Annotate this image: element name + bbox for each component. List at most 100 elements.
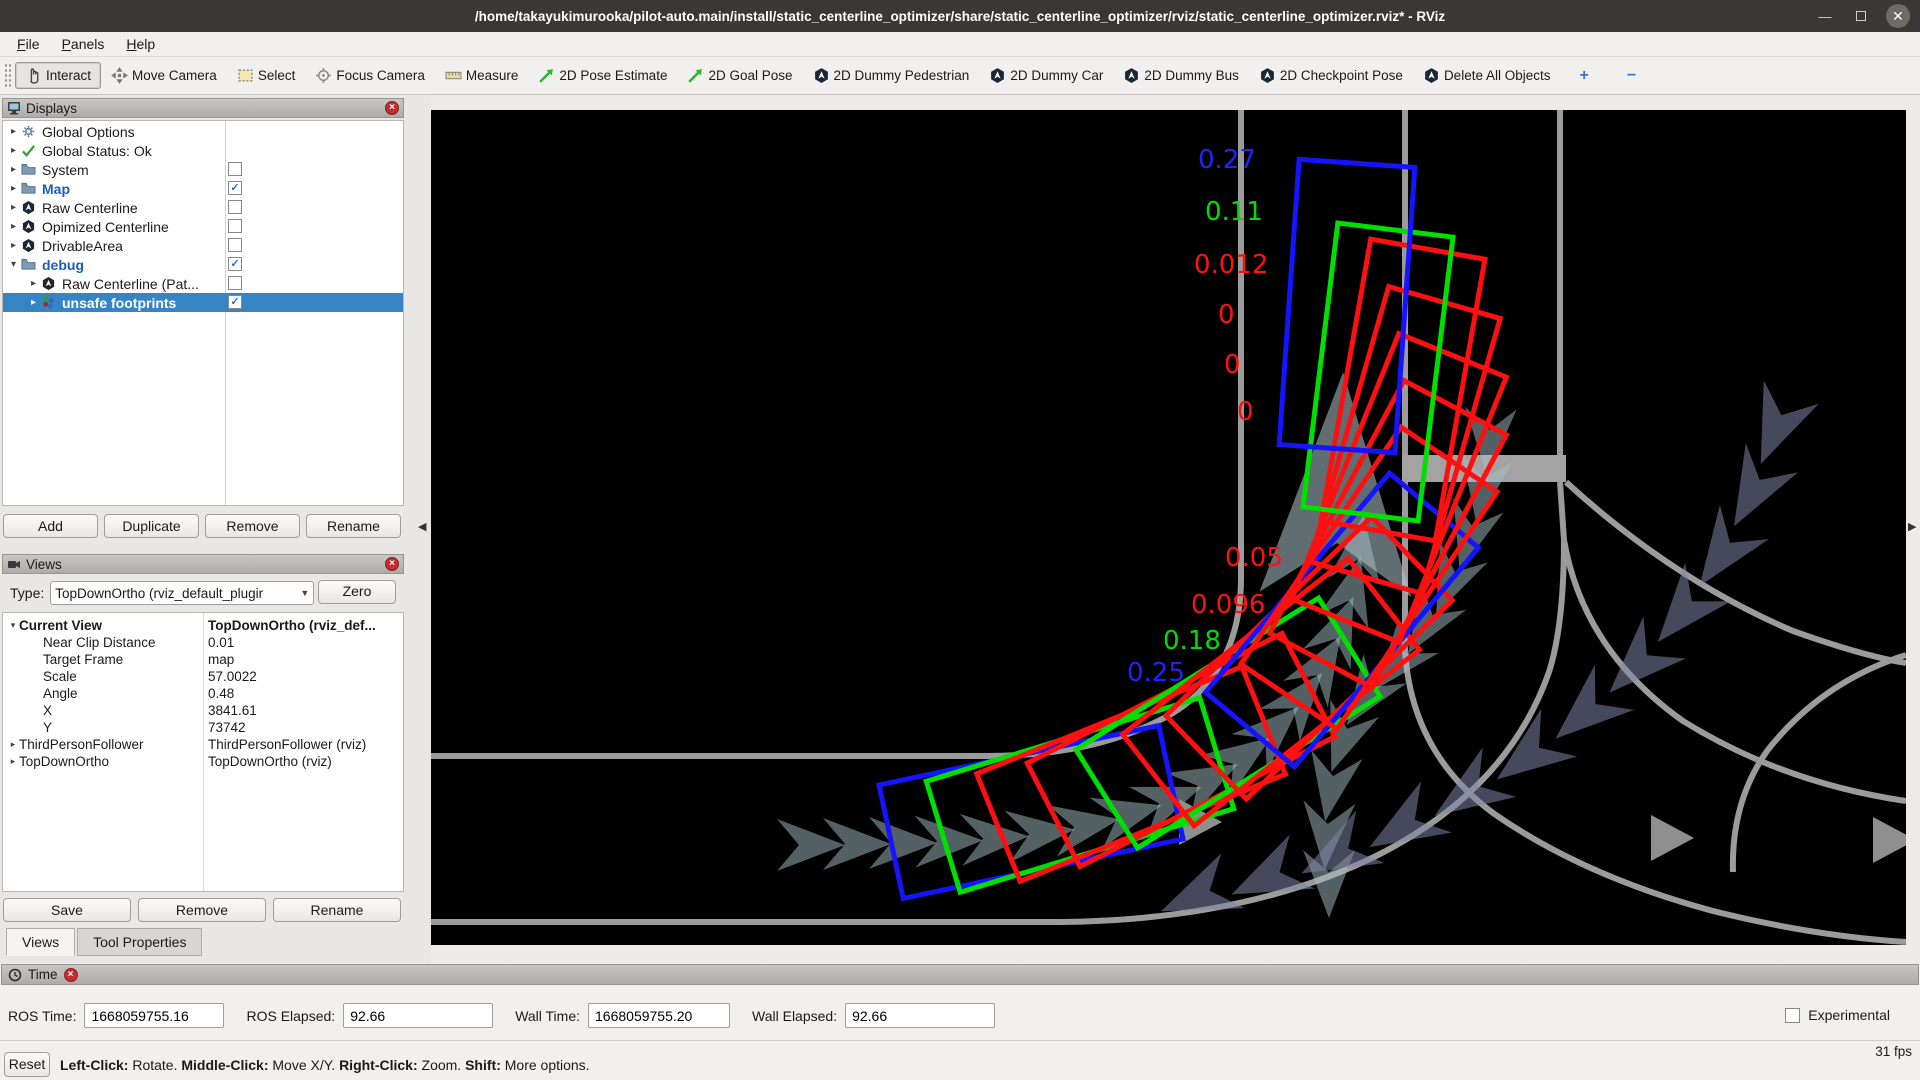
maximize-icon[interactable] — [1850, 5, 1872, 27]
dock-collapse-left-icon[interactable]: ◀ — [418, 520, 426, 533]
view-property-row-x[interactable]: X3841.61 — [3, 702, 403, 719]
cost-label: 0 — [1218, 300, 1235, 330]
display-row-drivablearea[interactable]: ▸ DrivableArea — [3, 236, 403, 255]
display-row-raw-centerline-pat-[interactable]: ▸Raw Centerline (Pat... — [3, 274, 403, 293]
view-property-row-y[interactable]: Y73742 — [3, 719, 403, 736]
display-row-global-options[interactable]: ▸Global Options — [3, 122, 403, 141]
3d-viewport[interactable]: 0.270.110.0120000.050.0960.180.25 — [431, 110, 1906, 945]
enable-checkbox[interactable] — [228, 276, 242, 290]
minimize-icon[interactable]: — — [1814, 5, 1836, 27]
expander-closed-icon[interactable]: ▸ — [7, 739, 19, 750]
view-property-row-near-clip-distance[interactable]: Near Clip Distance0.01 — [3, 634, 403, 651]
displays-remove-button[interactable]: Remove — [205, 514, 300, 538]
tool-focus-camera[interactable]: Focus Camera — [305, 62, 435, 89]
reset-button[interactable]: Reset — [4, 1052, 50, 1077]
display-row-debug[interactable]: ▾ debug — [3, 255, 403, 274]
views-remove-button[interactable]: Remove — [138, 898, 266, 922]
view-property-row-angle[interactable]: Angle0.48 — [3, 685, 403, 702]
folder-icon — [20, 257, 37, 272]
expander-closed-icon[interactable]: ▸ — [7, 221, 20, 232]
view-property-row-target-frame[interactable]: Target Framemap — [3, 651, 403, 668]
right-lane-arrow — [1651, 815, 1694, 861]
ros-time-input[interactable] — [84, 1003, 224, 1028]
displays-duplicate-button[interactable]: Duplicate — [104, 514, 199, 538]
minus-tool-button[interactable]: − — [1620, 62, 1643, 90]
enable-checkbox[interactable] — [228, 162, 242, 176]
autoware-icon — [1423, 67, 1440, 84]
expander-closed-icon[interactable]: ▸ — [7, 164, 20, 175]
display-row-raw-centerline[interactable]: ▸Raw Centerline — [3, 198, 403, 217]
expander-closed-icon[interactable]: ▸ — [27, 297, 40, 308]
views-close-icon[interactable]: × — [385, 557, 399, 571]
tab-views[interactable]: Views — [6, 928, 75, 956]
tool-move-camera[interactable]: Move Camera — [101, 62, 227, 89]
view-property-row-current-view[interactable]: ▾Current ViewTopDownOrtho (rviz_def... — [3, 617, 403, 634]
displays-close-icon[interactable]: × — [385, 101, 399, 115]
tool-delete-all-objects[interactable]: Delete All Objects — [1413, 62, 1561, 89]
tool-select[interactable]: Select — [227, 62, 306, 89]
folder-icon — [20, 162, 37, 177]
enable-checkbox[interactable] — [228, 219, 242, 233]
display-row-system[interactable]: ▸System — [3, 160, 403, 179]
views-panel-header: Views × — [2, 554, 404, 574]
plus-tool-button[interactable]: + — [1573, 62, 1596, 90]
views-save-button[interactable]: Save — [3, 898, 131, 922]
view-type-dropdown[interactable]: TopDownOrtho (rviz_default_plugir ▼ — [50, 581, 314, 605]
menu-help[interactable]: Help — [115, 34, 166, 54]
time-close-icon[interactable]: × — [64, 968, 78, 982]
display-row-global-status-ok[interactable]: ▸Global Status: Ok — [3, 141, 403, 160]
menu-panels[interactable]: Panels — [51, 34, 116, 54]
tool-measure[interactable]: Measure — [435, 62, 529, 89]
ros-elapsed-input[interactable] — [343, 1003, 493, 1028]
expander-closed-icon[interactable]: ▸ — [7, 756, 19, 767]
enable-checkbox[interactable]: ✓ — [228, 181, 242, 195]
expander-closed-icon[interactable]: ▸ — [7, 145, 20, 156]
wall-elapsed-input[interactable] — [845, 1003, 995, 1028]
close-icon[interactable]: ✕ — [1886, 4, 1910, 28]
tool-2d-dummy-pedestrian[interactable]: 2D Dummy Pedestrian — [803, 62, 980, 89]
zero-button[interactable]: Zero — [318, 580, 396, 604]
display-label: DrivableArea — [42, 238, 123, 254]
expander-open-icon[interactable]: ▾ — [7, 620, 19, 631]
expander-closed-icon[interactable]: ▸ — [7, 126, 20, 137]
dock-collapse-right-icon[interactable]: ▶ — [1908, 520, 1916, 533]
tab-tool-properties[interactable]: Tool Properties — [77, 928, 202, 956]
views-rename-button[interactable]: Rename — [273, 898, 401, 922]
display-row-opimized-centerline[interactable]: ▸Opimized Centerline — [3, 217, 403, 236]
enable-checkbox[interactable]: ✓ — [228, 257, 242, 271]
expander-closed-icon[interactable]: ▸ — [7, 240, 20, 251]
tool-2d-goal-pose[interactable]: 2D Goal Pose — [677, 62, 802, 89]
wall-time-input[interactable] — [588, 1003, 730, 1028]
expander-closed-icon[interactable]: ▸ — [27, 278, 40, 289]
property-name: ThirdPersonFollower — [19, 737, 144, 752]
tool-2d-dummy-bus[interactable]: 2D Dummy Bus — [1113, 62, 1249, 89]
display-row-unsafe-footprints[interactable]: ▸unsafe footprints — [3, 293, 403, 312]
view-type-row: Type: TopDownOrtho (rviz_default_plugir … — [2, 580, 404, 606]
cost-label: 0.096 — [1191, 590, 1265, 620]
view-property-row-scale[interactable]: Scale57.0022 — [3, 668, 403, 685]
expander-open-icon[interactable]: ▾ — [7, 259, 20, 270]
displays-add-button[interactable]: Add — [3, 514, 98, 538]
view-property-row-topdownortho[interactable]: ▸TopDownOrthoTopDownOrtho (rviz) — [3, 753, 403, 770]
toolbar-grip[interactable] — [4, 63, 11, 89]
experimental-checkbox[interactable] — [1785, 1008, 1800, 1023]
display-label: debug — [42, 257, 84, 273]
displays-rename-button[interactable]: Rename — [306, 514, 401, 538]
tool-2d-checkpoint-pose[interactable]: 2D Checkpoint Pose — [1249, 62, 1413, 89]
property-name: X — [43, 703, 52, 718]
tool-2d-pose-estimate[interactable]: 2D Pose Estimate — [528, 62, 677, 89]
displays-tree: ▸Global Options▸Global Status: Ok▸System… — [2, 120, 404, 506]
displays-icon — [7, 101, 21, 115]
expander-closed-icon[interactable]: ▸ — [7, 183, 20, 194]
enable-checkbox[interactable] — [228, 200, 242, 214]
enable-checkbox[interactable] — [228, 238, 242, 252]
expander-closed-icon[interactable]: ▸ — [7, 202, 20, 213]
menu-file[interactable]: File — [6, 34, 51, 54]
tool-interact[interactable]: Interact — [15, 62, 101, 89]
view-property-row-thirdpersonfollower[interactable]: ▸ThirdPersonFollowerThirdPersonFollower … — [3, 736, 403, 753]
ruler-icon — [445, 67, 462, 84]
display-row-map[interactable]: ▸Map — [3, 179, 403, 198]
clock-icon — [8, 968, 22, 982]
tool-2d-dummy-car[interactable]: 2D Dummy Car — [979, 62, 1113, 89]
enable-checkbox[interactable]: ✓ — [228, 295, 242, 309]
